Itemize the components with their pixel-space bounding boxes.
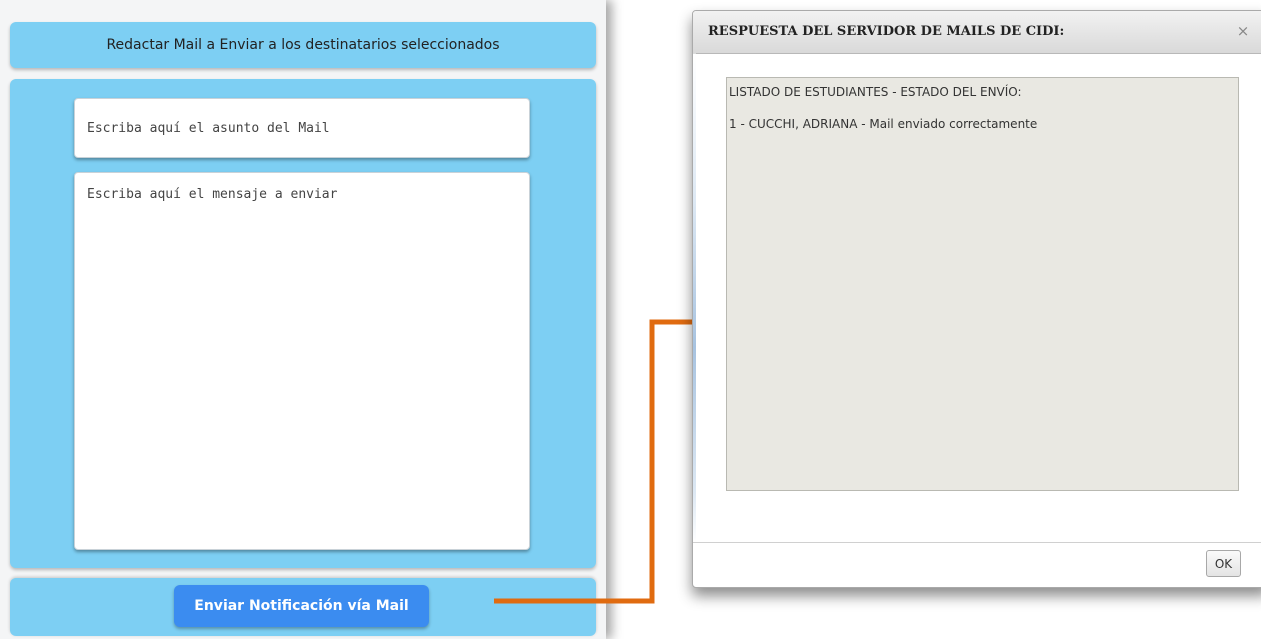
response-output: LISTADO DE ESTUDIANTES - ESTADO DEL ENVÍ… [726, 77, 1239, 491]
close-icon[interactable]: × [1233, 21, 1253, 41]
output-heading: LISTADO DE ESTUDIANTES - ESTADO DEL ENVÍ… [729, 85, 1022, 99]
dialog-titlebar[interactable]: RESPUESTA DEL SERVIDOR DE MAILS DE CIDI:… [693, 11, 1261, 54]
dialog-title: RESPUESTA DEL SERVIDOR DE MAILS DE CIDI: [708, 24, 1065, 39]
compose-footer: Enviar Notificación vía Mail [10, 578, 596, 636]
ok-button[interactable]: OK [1206, 550, 1241, 577]
output-line: 1 - CUCCHI, ADRIANA - Mail enviado corre… [729, 117, 1038, 131]
message-textarea[interactable] [74, 172, 530, 550]
dialog-divider [693, 542, 1261, 543]
compose-panel: Redactar Mail a Enviar a los destinatari… [0, 0, 606, 639]
compose-header: Redactar Mail a Enviar a los destinatari… [10, 22, 596, 68]
compose-header-title: Redactar Mail a Enviar a los destinatari… [106, 37, 500, 53]
server-response-dialog: RESPUESTA DEL SERVIDOR DE MAILS DE CIDI:… [692, 10, 1261, 588]
dialog-edge [693, 53, 696, 543]
subject-input[interactable] [74, 98, 530, 158]
send-mail-button[interactable]: Enviar Notificación vía Mail [174, 585, 429, 627]
compose-body [10, 79, 596, 568]
